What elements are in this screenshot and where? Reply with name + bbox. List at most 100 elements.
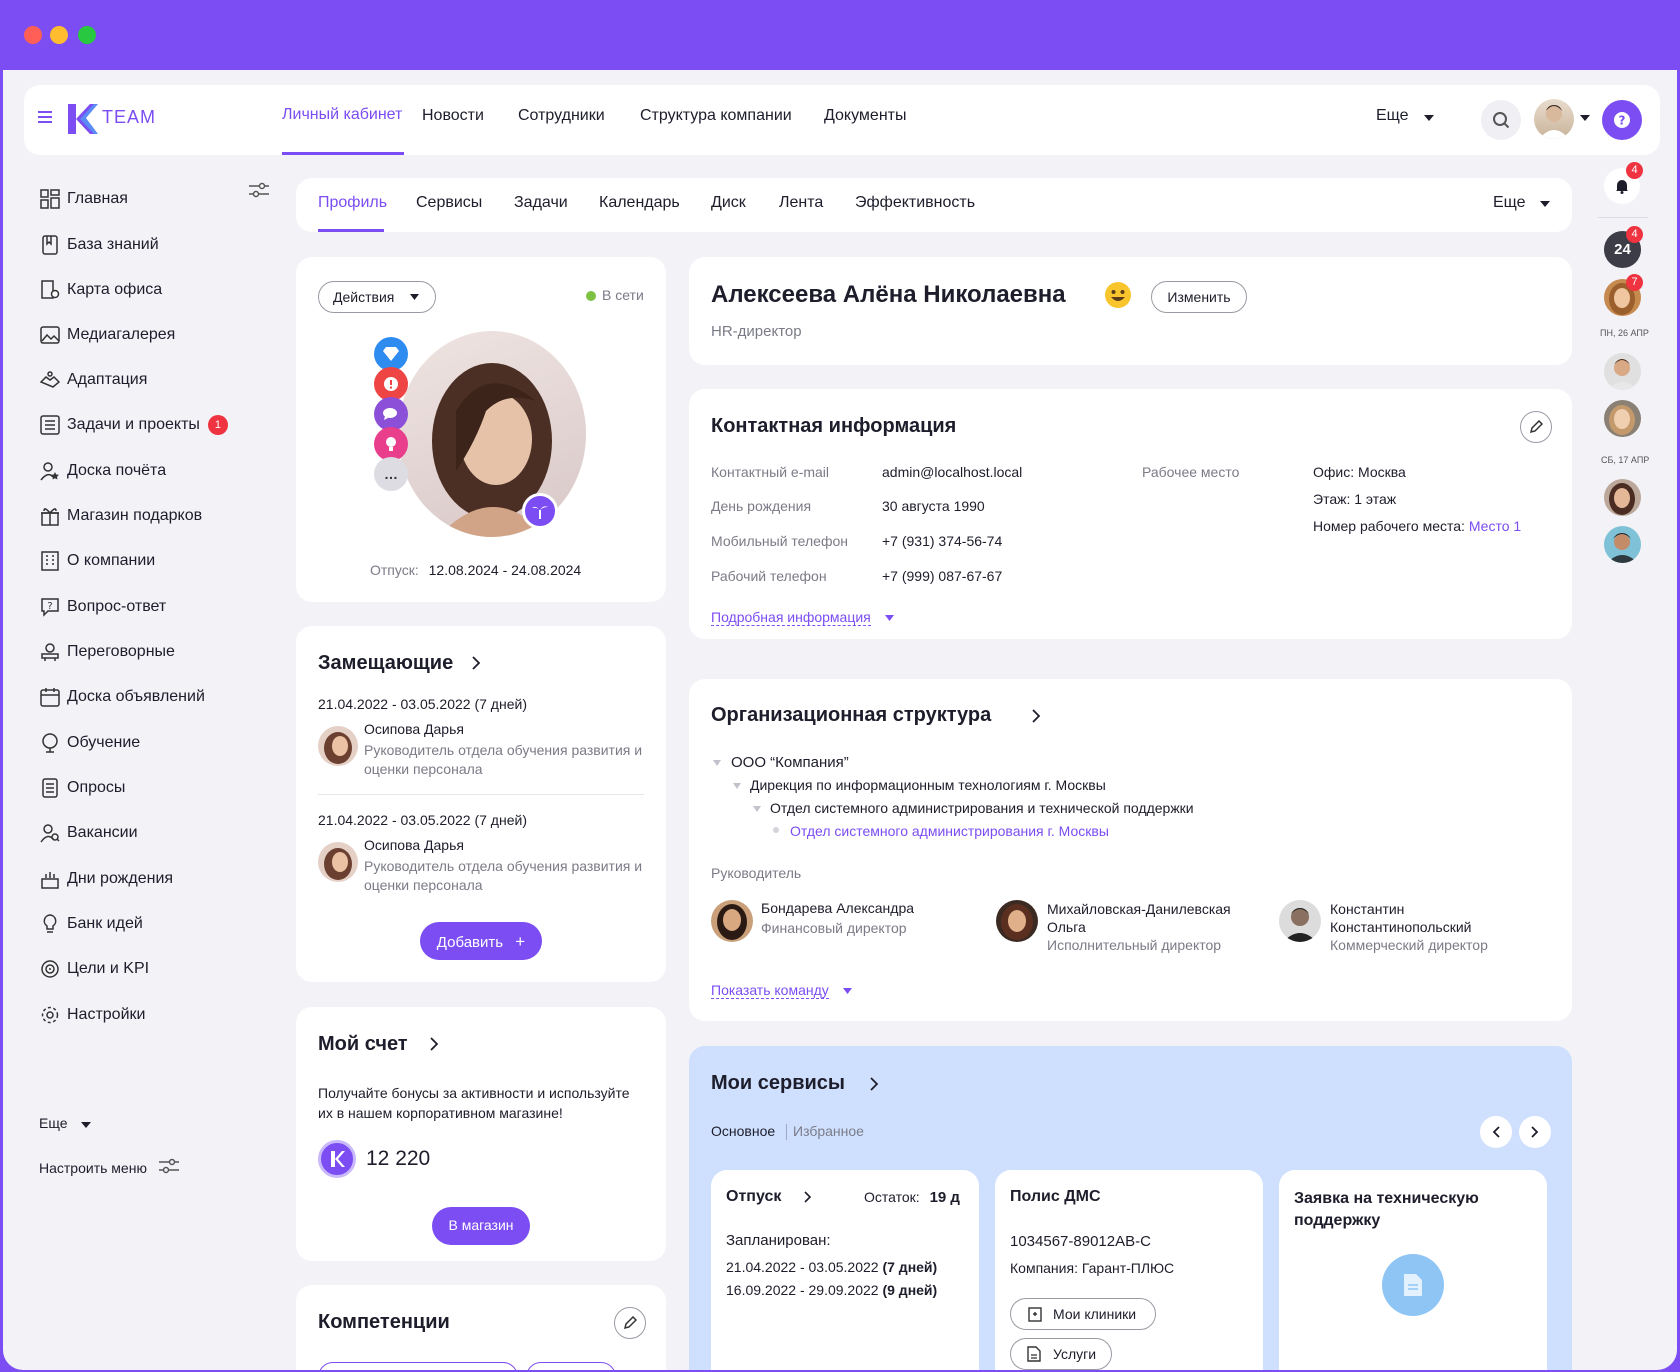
nav-employees[interactable]: Сотрудники	[518, 107, 605, 125]
avatar-chevron-icon[interactable]	[1580, 115, 1590, 121]
chat-avatar[interactable]	[1604, 400, 1641, 437]
sidebar-item[interactable]: Настройки	[39, 1000, 145, 1030]
nav-company-structure[interactable]: Структура компании	[640, 107, 792, 125]
support-service-tile[interactable]: Заявка на техническую поддержку	[1279, 1170, 1547, 1370]
close-window-button[interactable]	[24, 26, 42, 44]
vacation-service-tile[interactable]: Отпуск Остаток: 19 д Запланирован: 21.04…	[711, 1170, 979, 1370]
vacation-tile-title[interactable]: Отпуск	[726, 1188, 781, 1206]
sidebar-item[interactable]: Обучение	[39, 728, 140, 758]
vacation-tile-chevron-icon[interactable]	[804, 1191, 811, 1203]
customize-menu[interactable]: Настроить меню	[39, 1160, 147, 1176]
tab-calendar[interactable]: Календарь	[599, 194, 680, 212]
sidebar-item[interactable]: Доска почёта	[39, 456, 166, 486]
nav-news[interactable]: Новости	[422, 107, 484, 125]
tab-profile[interactable]: Профиль	[318, 194, 387, 212]
sidebar-item[interactable]: Карта офиса	[39, 275, 162, 305]
manager-avatar[interactable]	[711, 900, 753, 942]
tab-services[interactable]: Сервисы	[416, 194, 482, 212]
desk-link[interactable]: Место 1	[1469, 518, 1521, 534]
help-button[interactable]: ?	[1602, 100, 1642, 140]
tree-company[interactable]: ООО “Компания”	[731, 754, 849, 771]
services-tab-main[interactable]: Основное	[711, 1123, 775, 1139]
my-clinics-button[interactable]: Мои клиники	[1010, 1298, 1156, 1330]
sidebar-item[interactable]: Магазин подарков	[39, 501, 202, 531]
nav-documents[interactable]: Документы	[824, 107, 906, 125]
user-avatar[interactable]	[1534, 99, 1574, 139]
diamond-badge-icon[interactable]	[374, 337, 408, 371]
chat-avatar[interactable]	[1604, 353, 1641, 390]
deputies-chevron-icon[interactable]	[472, 656, 480, 670]
sidebar-item[interactable]: Цели и KPI	[39, 954, 149, 984]
manager-name[interactable]: Михайловская-Данилевская Ольга	[1047, 900, 1247, 936]
tab-feed[interactable]: Лента	[779, 194, 823, 212]
deputy-avatar[interactable]	[318, 726, 358, 766]
chat-avatar[interactable]	[1604, 479, 1641, 516]
add-deputy-button[interactable]: Добавить +	[420, 922, 542, 960]
logo[interactable]	[66, 104, 98, 134]
emoji-status-icon[interactable]	[1104, 281, 1132, 309]
dms-service-tile[interactable]: Полис ДМС 1034567-89012AB-C Компания: Га…	[995, 1170, 1263, 1370]
mobile-value[interactable]: +7 (931) 374-56-74	[882, 533, 1002, 549]
edit-contacts-button[interactable]	[1520, 411, 1552, 443]
hamburger-icon[interactable]	[38, 111, 52, 123]
sidebar-item[interactable]: Главная	[39, 184, 128, 214]
manager-avatar[interactable]	[1279, 900, 1321, 942]
manager-avatar[interactable]	[996, 900, 1038, 942]
account-chevron-icon[interactable]	[430, 1037, 438, 1051]
maximize-window-button[interactable]	[78, 26, 96, 44]
services-title[interactable]: Мои сервисы	[711, 1072, 845, 1095]
email-value[interactable]: admin@localhost.local	[882, 464, 1022, 480]
sidebar-item[interactable]: О компании	[39, 546, 155, 576]
sidebar-item[interactable]: Переговорные	[39, 637, 175, 667]
edit-status-button[interactable]: Изменить	[1151, 281, 1247, 313]
tree-collapse-icon[interactable]	[753, 806, 761, 812]
account-title[interactable]: Мой счет	[318, 1033, 408, 1056]
sidebar-item[interactable]: Задачи и проекты 1	[39, 410, 228, 440]
profile-photo[interactable]	[398, 331, 586, 537]
services-chevron-icon[interactable]	[870, 1077, 878, 1091]
more-info-link[interactable]: Подробная информация	[711, 609, 871, 626]
sidebar-item[interactable]: База знаний	[39, 230, 159, 260]
sidebar-item[interactable]: Доска объявлений	[39, 682, 205, 712]
org-structure-title[interactable]: Организационная структура	[711, 704, 991, 727]
show-team-link[interactable]: Показать команду	[711, 982, 829, 999]
sidebar-item[interactable]: Банк идей	[39, 909, 143, 939]
more-badges-icon[interactable]: …	[374, 457, 408, 491]
tab-disk[interactable]: Диск	[711, 194, 746, 212]
nav-personal-cabinet[interactable]: Личный кабинет	[282, 106, 402, 124]
deputy-avatar[interactable]	[318, 842, 358, 882]
sidebar-item[interactable]: Дни рождения	[39, 864, 173, 894]
edit-competencies-button[interactable]	[614, 1307, 646, 1339]
tree-collapse-icon[interactable]	[733, 783, 741, 789]
tree-collapse-icon[interactable]	[713, 760, 721, 766]
tab-more[interactable]: Еще	[1493, 194, 1526, 212]
tree-department[interactable]: Отдел системного администрирования и тех…	[770, 800, 1194, 816]
nav-more[interactable]: Еще	[1376, 107, 1409, 125]
dms-services-button[interactable]: Услуги	[1010, 1338, 1112, 1370]
competency-tag[interactable]	[526, 1362, 616, 1370]
idea-badge-icon[interactable]	[374, 427, 408, 461]
minimize-window-button[interactable]	[50, 26, 68, 44]
sidebar-settings-icon[interactable]	[249, 182, 269, 198]
sidebar-item[interactable]: ? Вопрос-ответ	[39, 592, 166, 622]
manager-name[interactable]: Бондарева Александра	[761, 900, 914, 916]
chat-badge-icon[interactable]	[374, 397, 408, 431]
actions-dropdown[interactable]: Действия	[318, 281, 436, 313]
tab-efficiency[interactable]: Эффективность	[855, 194, 975, 212]
chat-avatar[interactable]	[1604, 526, 1641, 563]
customize-menu-icon[interactable]	[159, 1158, 179, 1174]
tree-directorate[interactable]: Дирекция по информационным технологиям г…	[750, 777, 1106, 793]
work-phone-value[interactable]: +7 (999) 087-67-67	[882, 568, 1002, 584]
carousel-next-button[interactable]	[1519, 1116, 1551, 1148]
sidebar-item[interactable]: Медиагалерея	[39, 320, 175, 350]
org-title-chevron-icon[interactable]	[1032, 709, 1040, 723]
carousel-prev-button[interactable]	[1480, 1116, 1512, 1148]
sidebar-item[interactable]: Вакансии	[39, 818, 138, 848]
manager-name[interactable]: Константин Константинопольский	[1330, 900, 1510, 936]
deputies-title[interactable]: Замещающие	[318, 652, 453, 675]
search-button[interactable]	[1481, 100, 1521, 140]
services-tab-favorites[interactable]: Избранное	[793, 1123, 864, 1139]
sidebar-more[interactable]: Еще	[39, 1115, 68, 1131]
tree-current-unit[interactable]: Отдел системного администрирования г. Мо…	[790, 823, 1109, 839]
shop-button[interactable]: В магазин	[432, 1207, 530, 1245]
